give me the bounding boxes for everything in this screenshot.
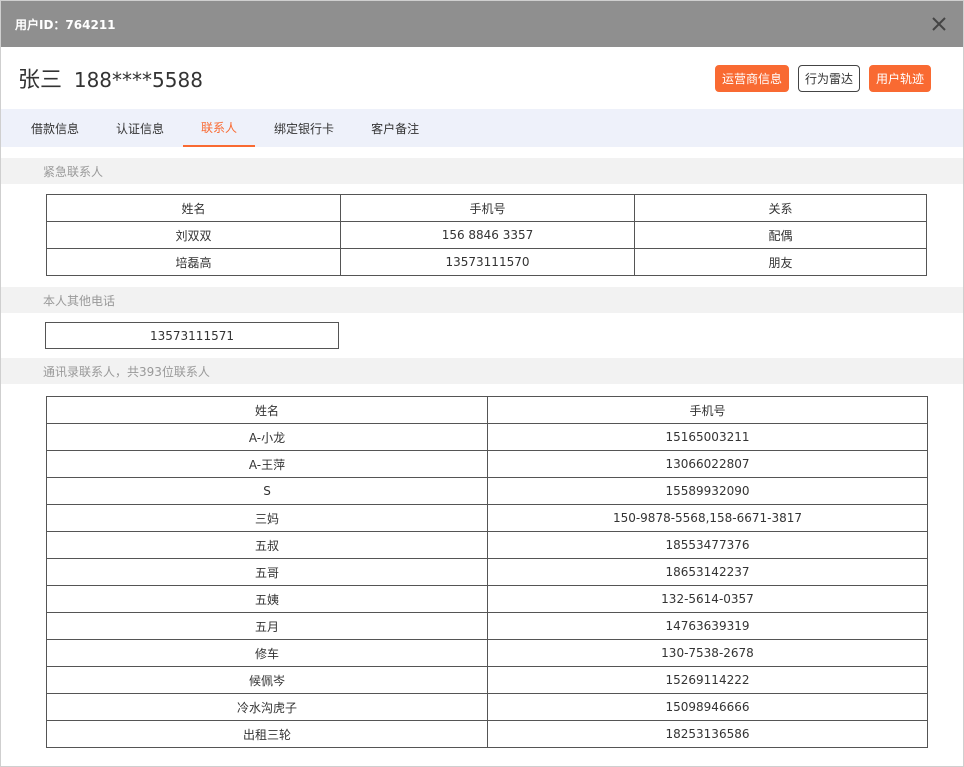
contact-phone: 15165003211 [487, 423, 928, 451]
contact-name: 出租三轮 [46, 720, 488, 748]
contact-phone: 13066022807 [487, 450, 928, 478]
user-detail-dialog: 用户ID：764211 张三 188****5588 运营商信息 行为雷达 用户… [0, 0, 964, 767]
emergency-contacts-table: 姓名 手机号 关系 刘双双 156 8846 3357 配偶 培磊高 13573… [46, 194, 927, 276]
contact-relation: 配偶 [634, 221, 927, 249]
contact-name: 五哥 [46, 558, 488, 586]
other-phone-value: 13573111571 [45, 322, 339, 349]
table-row: 刘双双 156 8846 3357 配偶 [46, 221, 927, 249]
contact-name: A-小龙 [46, 423, 488, 451]
contact-name: 候佩岑 [46, 666, 488, 694]
table-row: 五姨 132-5614-0357 [46, 585, 928, 613]
tab-bar: 借款信息 认证信息 联系人 绑定银行卡 客户备注 [1, 109, 963, 147]
contact-phone: 132-5614-0357 [487, 585, 928, 613]
column-header: 姓名 [46, 194, 341, 222]
table-row: 冷水沟虎子 15098946666 [46, 693, 928, 721]
tab-bank-card[interactable]: 绑定银行卡 [256, 109, 352, 147]
address-book-section-title: 通讯录联系人，共393位联系人 [1, 358, 963, 384]
table-row: S 15589932090 [46, 477, 928, 505]
emergency-section-title: 紧急联系人 [1, 158, 963, 184]
table-header-row: 姓名 手机号 [46, 396, 928, 424]
tab-auth-info[interactable]: 认证信息 [98, 109, 182, 147]
column-header: 关系 [634, 194, 927, 222]
contact-phone: 15269114222 [487, 666, 928, 694]
contact-phone: 150-9878-5568,158-6671-3817 [487, 504, 928, 532]
header-buttons: 运营商信息 行为雷达 用户轨迹 [714, 64, 931, 92]
contact-phone: 156 8846 3357 [340, 221, 635, 249]
contact-phone: 18653142237 [487, 558, 928, 586]
user-phone: 188****5588 [73, 68, 203, 92]
contact-relation: 朋友 [634, 248, 927, 276]
contact-name: S [46, 477, 488, 505]
table-row: 五月 14763639319 [46, 612, 928, 640]
contact-name: 刘双双 [46, 221, 341, 249]
table-row: 五哥 18653142237 [46, 558, 928, 586]
table-row: A-王萍 13066022807 [46, 450, 928, 478]
table-header-row: 姓名 手机号 关系 [46, 194, 927, 222]
contact-name: 五姨 [46, 585, 488, 613]
other-phone-section-title: 本人其他电话 [1, 287, 963, 313]
operator-info-button[interactable]: 运营商信息 [714, 64, 789, 92]
column-header: 姓名 [46, 396, 488, 424]
table-row: 三妈 150-9878-5568,158-6671-3817 [46, 504, 928, 532]
contact-phone: 130-7538-2678 [487, 639, 928, 667]
table-row: 出租三轮 18253136586 [46, 720, 928, 748]
table-row: 修车 130-7538-2678 [46, 639, 928, 667]
contact-name: 五月 [46, 612, 488, 640]
tab-customer-notes[interactable]: 客户备注 [353, 109, 437, 147]
user-header: 张三 188****5588 运营商信息 行为雷达 用户轨迹 [1, 47, 963, 109]
contact-name: 培磊高 [46, 248, 341, 276]
contact-phone: 15589932090 [487, 477, 928, 505]
address-book-table: 姓名 手机号 A-小龙 15165003211 A-王萍 13066022807 S… [46, 396, 928, 748]
contact-phone: 18253136586 [487, 720, 928, 748]
column-header: 手机号 [340, 194, 635, 222]
contact-name: 冷水沟虎子 [46, 693, 488, 721]
contact-name: 三妈 [46, 504, 488, 532]
user-identity: 张三 188****5588 [18, 62, 203, 94]
contact-phone: 15098946666 [487, 693, 928, 721]
contact-phone: 13573111570 [340, 248, 635, 276]
user-name: 张三 [18, 68, 63, 93]
contact-phone: 18553477376 [487, 531, 928, 559]
column-header: 手机号 [487, 396, 928, 424]
dialog-titlebar: 用户ID：764211 [1, 1, 963, 47]
contact-phone: 14763639319 [487, 612, 928, 640]
behavior-radar-button[interactable]: 行为雷达 [797, 64, 860, 92]
table-row: A-小龙 15165003211 [46, 423, 928, 451]
table-row: 候佩岑 15269114222 [46, 666, 928, 694]
user-id-label: 用户ID：764211 [15, 17, 116, 32]
close-icon[interactable] [929, 14, 949, 34]
table-row: 培磊高 13573111570 朋友 [46, 248, 927, 276]
contact-name: 五叔 [46, 531, 488, 559]
user-track-button[interactable]: 用户轨迹 [868, 64, 931, 92]
tab-contacts[interactable]: 联系人 [183, 109, 256, 147]
contact-name: 修车 [46, 639, 488, 667]
table-row: 五叔 18553477376 [46, 531, 928, 559]
contact-name: A-王萍 [46, 450, 488, 478]
tab-loan-info[interactable]: 借款信息 [13, 109, 97, 147]
